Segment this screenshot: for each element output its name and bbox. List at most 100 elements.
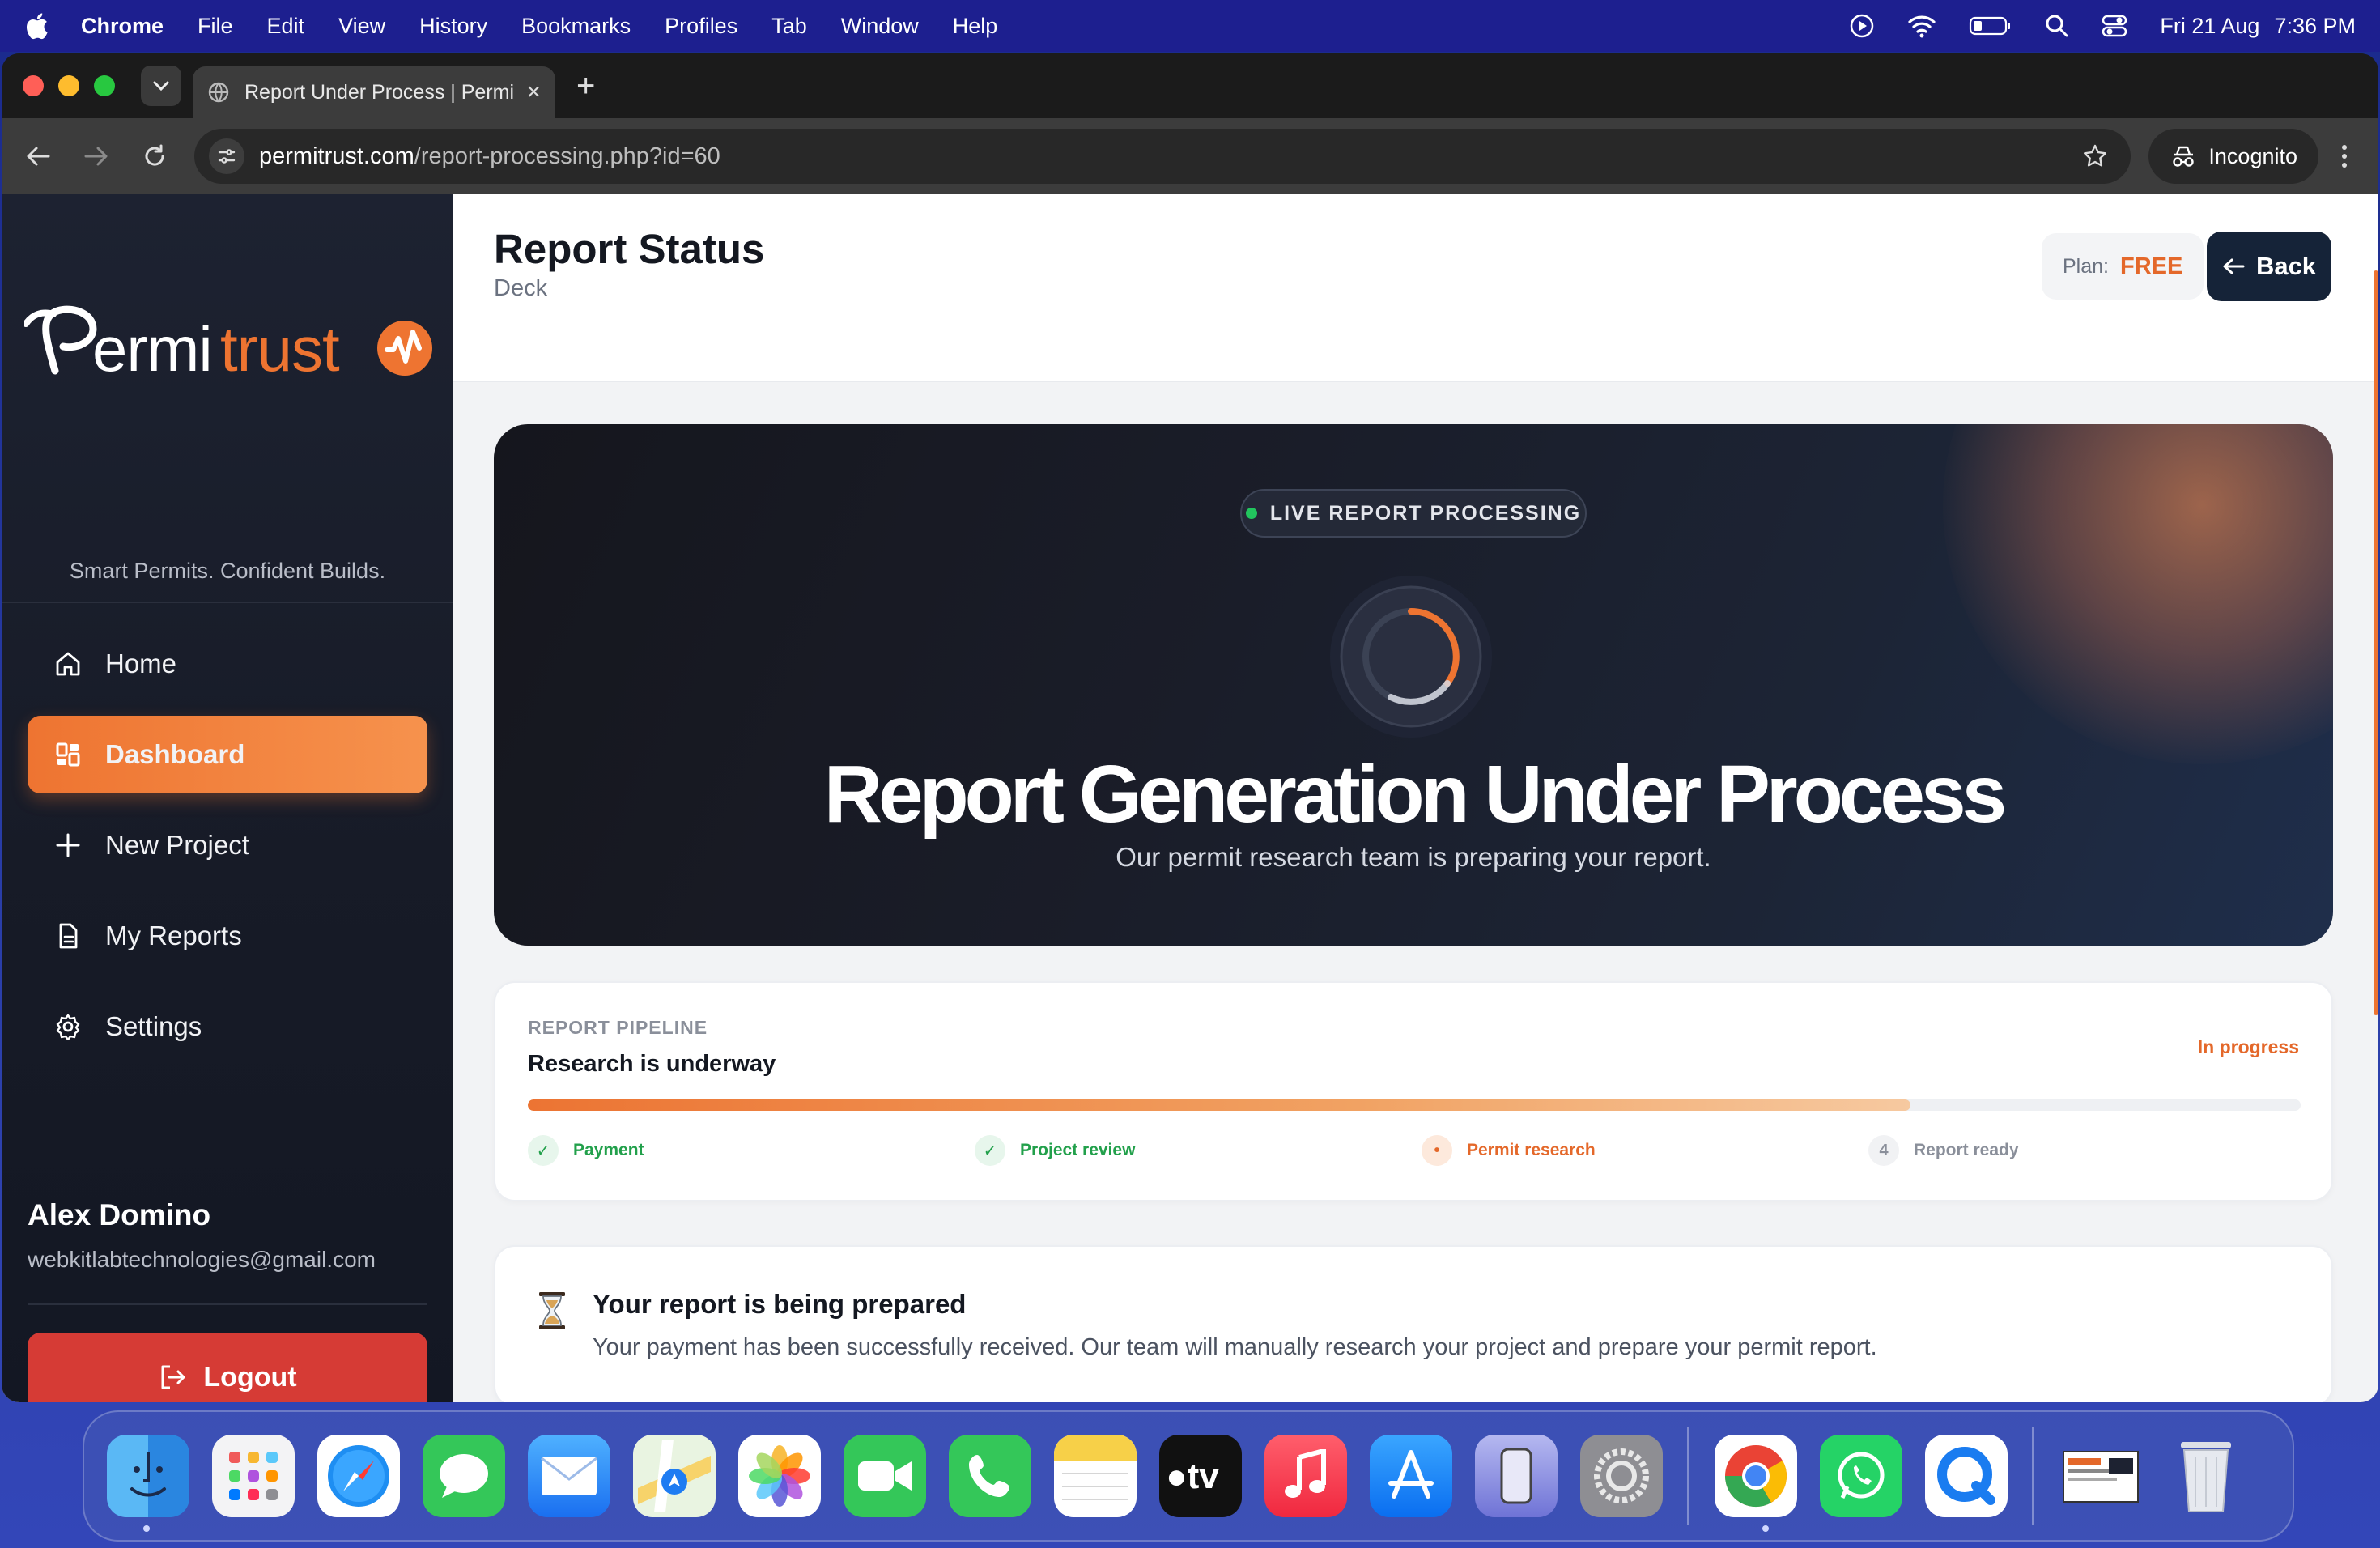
- browser-tab-active[interactable]: Report Under Process | Permi ×: [193, 66, 555, 118]
- svg-text:ermi: ermi: [92, 313, 212, 385]
- step-number-badge: 4: [1868, 1135, 1899, 1166]
- sidebar-nav: Home Dashboard New Project My Reports Se…: [28, 625, 427, 1078]
- dock-finder-icon[interactable]: [107, 1435, 189, 1517]
- url-input[interactable]: permitrust.com/report-processing.php?id=…: [194, 129, 2131, 184]
- logout-button[interactable]: Logout: [28, 1333, 427, 1402]
- sidebar-item-label: Dashboard: [105, 739, 245, 769]
- dock-trash-icon[interactable]: [2165, 1435, 2247, 1517]
- step-label: Report ready: [1914, 1141, 2019, 1159]
- tab-title: Report Under Process | Permi: [244, 80, 514, 104]
- incognito-label: Incognito: [2208, 143, 2297, 168]
- report-pipeline-card: REPORT PIPELINE Research is underway In …: [494, 981, 2333, 1201]
- back-button[interactable]: Back: [2207, 232, 2331, 301]
- battery-icon[interactable]: [1969, 15, 2012, 37]
- menu-window[interactable]: Window: [841, 14, 919, 39]
- dock-notes-icon[interactable]: [1054, 1435, 1137, 1517]
- bookmark-star-icon[interactable]: [2082, 143, 2108, 169]
- menu-app-name[interactable]: Chrome: [81, 14, 164, 39]
- dock-facetime-icon[interactable]: [844, 1435, 926, 1517]
- dock-messages-icon[interactable]: [423, 1435, 505, 1517]
- sidebar-item-home[interactable]: Home: [28, 625, 427, 703]
- dock-chrome-icon[interactable]: [1715, 1435, 1797, 1517]
- incognito-badge[interactable]: Incognito: [2148, 129, 2318, 184]
- page-subtitle: Deck: [494, 275, 548, 301]
- live-badge-label: LIVE REPORT PROCESSING: [1269, 501, 1582, 525]
- close-window-button[interactable]: [23, 75, 44, 96]
- active-dot-icon: •: [1422, 1135, 1452, 1166]
- dock-launchpad-icon[interactable]: [212, 1435, 295, 1517]
- minimize-window-button[interactable]: [58, 75, 79, 96]
- menu-tab[interactable]: Tab: [771, 14, 807, 39]
- tab-search-button[interactable]: [141, 66, 181, 106]
- hero-title: Report Generation Under Process: [823, 749, 2008, 840]
- sidebar-divider: [2, 602, 453, 603]
- new-tab-button[interactable]: +: [576, 68, 595, 104]
- menu-file[interactable]: File: [198, 14, 233, 39]
- back-label: Back: [2255, 252, 2317, 280]
- forward-nav-button[interactable]: [78, 138, 115, 175]
- dock-system-settings-icon[interactable]: [1580, 1435, 1663, 1517]
- sidebar-item-dashboard[interactable]: Dashboard: [28, 716, 427, 793]
- dock-running-indicator: [143, 1525, 150, 1532]
- pipeline-label: REPORT PIPELINE: [528, 1017, 708, 1038]
- control-center-icon[interactable]: [2102, 14, 2127, 38]
- dock-tv-icon[interactable]: ●tv: [1159, 1435, 1242, 1517]
- menu-profiles[interactable]: Profiles: [665, 14, 737, 39]
- menubar-date[interactable]: Fri 21 Aug: [2160, 14, 2259, 39]
- zoom-window-button[interactable]: [94, 75, 115, 96]
- spotlight-search-icon[interactable]: [2045, 14, 2069, 38]
- web-page: ermi trust Smart Permits. Confident Buil…: [2, 194, 2378, 1402]
- dock-separator: [1687, 1427, 1689, 1525]
- apple-logo-icon[interactable]: [24, 12, 49, 40]
- gear-icon: [53, 1012, 83, 1041]
- dock-safari-icon[interactable]: [317, 1435, 400, 1517]
- site-info-button[interactable]: [209, 138, 244, 174]
- dock-maps-icon[interactable]: [633, 1435, 716, 1517]
- menu-edit[interactable]: Edit: [267, 14, 305, 39]
- dock-mail-icon[interactable]: [528, 1435, 610, 1517]
- pipeline-progress-fill: [528, 1099, 1911, 1111]
- dock-quicktime-icon[interactable]: [1925, 1435, 2008, 1517]
- arrow-left-icon: [27, 147, 50, 166]
- menu-view[interactable]: View: [338, 14, 385, 39]
- sidebar-item-my-reports[interactable]: My Reports: [28, 897, 427, 975]
- pipeline-progress-track: [528, 1099, 2301, 1111]
- screen-recording-icon[interactable]: [1849, 13, 1875, 39]
- sidebar: ermi trust Smart Permits. Confident Buil…: [2, 194, 453, 1402]
- user-name: Alex Domino: [28, 1198, 211, 1231]
- menu-history[interactable]: History: [419, 14, 487, 39]
- dock-music-icon[interactable]: [1264, 1435, 1347, 1517]
- dock-photos-icon[interactable]: [738, 1435, 821, 1517]
- user-email: webkitlabtechnologies@gmail.com: [28, 1247, 376, 1272]
- menubar-time[interactable]: 7:36 PM: [2274, 14, 2356, 39]
- globe-icon: [208, 82, 229, 103]
- back-nav-button[interactable]: [19, 138, 57, 175]
- macos-menu-bar: Chrome File Edit View History Bookmarks …: [0, 0, 2380, 52]
- tune-icon: [218, 149, 236, 164]
- step-project-review: ✓ Project review: [975, 1135, 1135, 1166]
- dock-iphone-mirroring-icon[interactable]: [1475, 1435, 1558, 1517]
- tab-strip: Report Under Process | Permi × +: [2, 53, 2378, 118]
- dock-phone-icon[interactable]: [949, 1435, 1031, 1517]
- url-host: permitrust.com: [259, 142, 414, 169]
- sidebar-item-settings[interactable]: Settings: [28, 988, 427, 1065]
- sidebar-item-new-project[interactable]: New Project: [28, 806, 427, 884]
- wifi-icon[interactable]: [1907, 14, 1936, 38]
- reload-icon: [145, 144, 164, 166]
- live-status-dot: [1245, 508, 1257, 519]
- close-tab-icon[interactable]: ×: [526, 79, 541, 106]
- browser-window: Report Under Process | Permi × + permitr…: [2, 53, 2378, 1402]
- logout-icon: [161, 1365, 185, 1389]
- live-processing-badge: LIVE REPORT PROCESSING: [1240, 489, 1587, 538]
- menu-bookmarks[interactable]: Bookmarks: [521, 14, 631, 39]
- dock-app-store-icon[interactable]: [1370, 1435, 1452, 1517]
- menu-help[interactable]: Help: [953, 14, 998, 39]
- dock-whatsapp-icon[interactable]: [1820, 1435, 1902, 1517]
- user-divider: [28, 1303, 427, 1305]
- check-icon: ✓: [975, 1135, 1005, 1166]
- browser-menu-button[interactable]: [2328, 144, 2361, 168]
- reload-button[interactable]: [136, 138, 173, 175]
- page-scrollbar[interactable]: [2374, 270, 2378, 1015]
- dock-downloads-stack-icon[interactable]: [2059, 1435, 2142, 1517]
- permitrust-logo[interactable]: ermi trust: [24, 300, 437, 389]
